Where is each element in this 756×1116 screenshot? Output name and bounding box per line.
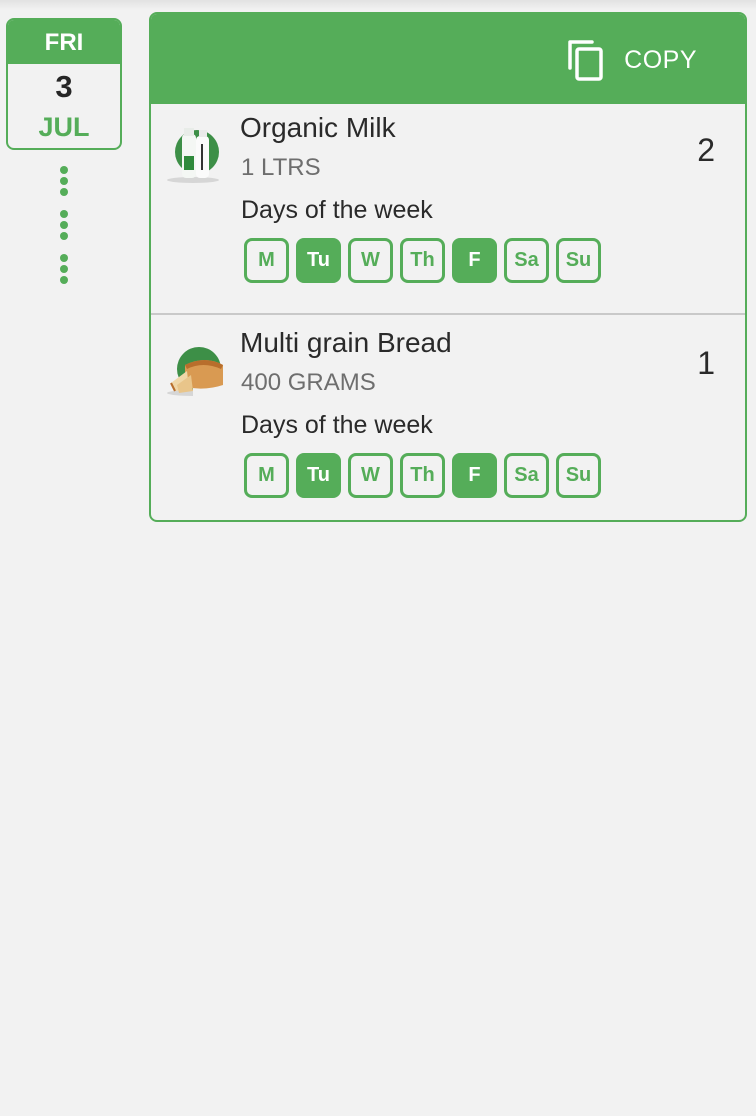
day-chip-sa[interactable]: Sa: [504, 453, 549, 498]
day-chip-tu[interactable]: Tu: [296, 238, 341, 283]
day-chip-th[interactable]: Th: [400, 238, 445, 283]
product-name: Organic Milk: [240, 112, 396, 143]
day-chip-f[interactable]: F: [452, 238, 497, 283]
copy-icon: [568, 40, 603, 81]
product-item[interactable]: Multi grain Bread 400 GRAMS Days of the …: [151, 313, 745, 520]
bread-loaf-icon: [167, 347, 223, 403]
date-day-of-week: FRI: [8, 20, 120, 64]
copy-button[interactable]: COPY: [566, 38, 697, 82]
day-selector: M Tu W Th F Sa Su: [244, 238, 608, 283]
day-chip-w[interactable]: W: [348, 238, 393, 283]
panel-header: COPY: [151, 14, 745, 104]
day-selector: M Tu W Th F Sa Su: [244, 453, 608, 498]
product-name: Multi grain Bread: [240, 327, 452, 358]
product-size: 1 LTRS: [241, 154, 321, 181]
days-of-week-label: Days of the week: [241, 411, 433, 439]
copy-label: COPY: [624, 45, 697, 74]
day-chip-sa[interactable]: Sa: [504, 238, 549, 283]
day-chip-m[interactable]: M: [244, 453, 289, 498]
day-chip-su[interactable]: Su: [556, 238, 601, 283]
date-month: JUL: [38, 112, 90, 142]
subscription-panel: COPY Organic Milk 1 LTRS Days of the wee…: [149, 12, 747, 522]
milk-bottles-icon: [167, 128, 219, 183]
status-bar-shadow: [0, 0, 756, 10]
product-quantity[interactable]: 2: [697, 132, 715, 169]
product-item[interactable]: Organic Milk 1 LTRS Days of the week 2 M…: [151, 104, 745, 313]
date-day: 3: [55, 69, 73, 104]
day-chip-tu[interactable]: Tu: [296, 453, 341, 498]
day-chip-m[interactable]: M: [244, 238, 289, 283]
day-chip-su[interactable]: Su: [556, 453, 601, 498]
day-chip-f[interactable]: F: [452, 453, 497, 498]
timeline-dots: [60, 166, 70, 287]
date-badge[interactable]: FRI 3 JUL: [6, 18, 122, 150]
product-size: 400 GRAMS: [241, 369, 376, 396]
product-quantity[interactable]: 1: [697, 345, 715, 382]
days-of-week-label: Days of the week: [241, 196, 433, 224]
day-chip-w[interactable]: W: [348, 453, 393, 498]
day-chip-th[interactable]: Th: [400, 453, 445, 498]
